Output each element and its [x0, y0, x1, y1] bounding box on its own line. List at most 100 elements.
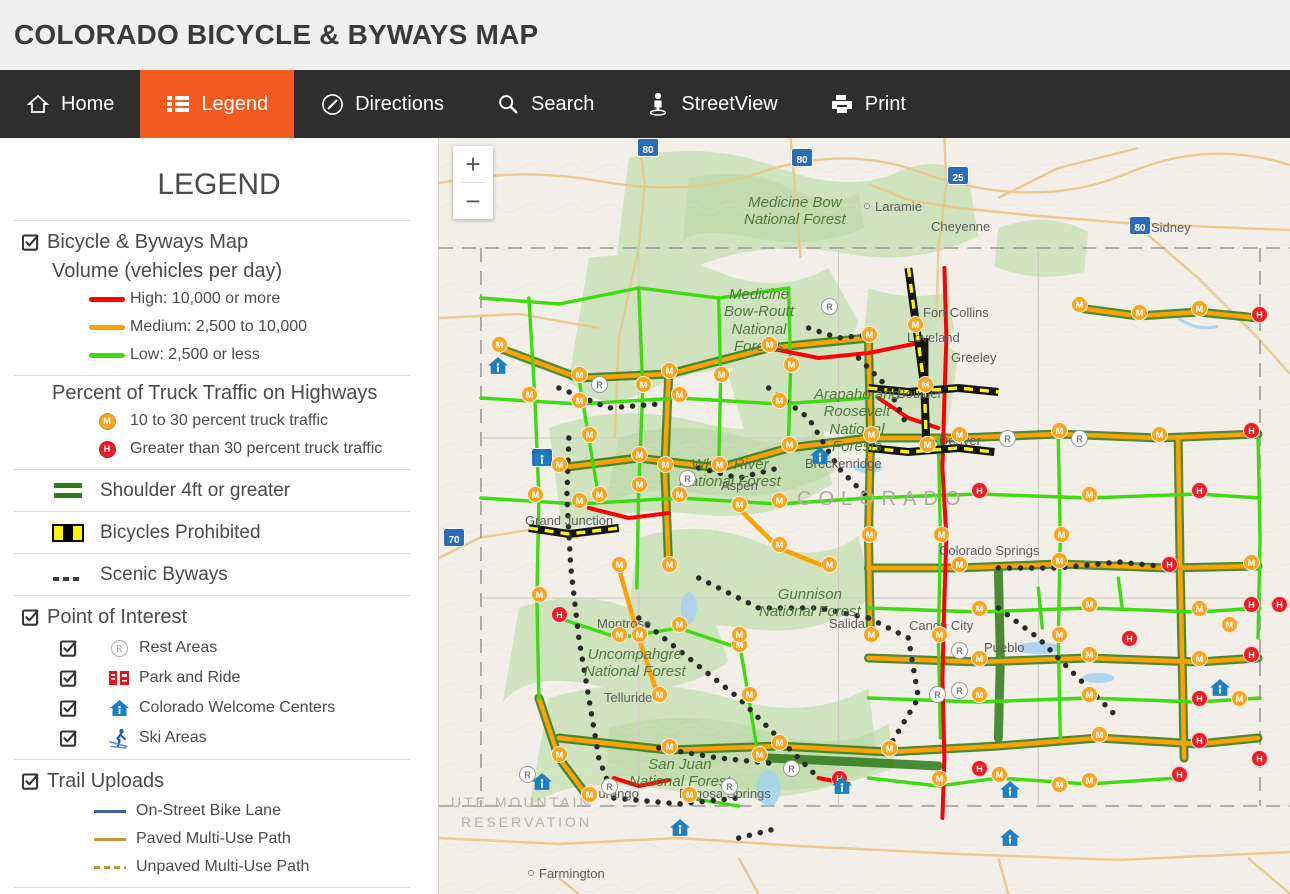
- map-marker-medium-truck-traffic[interactable]: M: [661, 362, 678, 379]
- map-marker-medium-truck-traffic[interactable]: M: [907, 316, 924, 333]
- map-marker-welcome-center[interactable]: [531, 772, 553, 792]
- map-marker-welcome-center[interactable]: [487, 356, 509, 376]
- map-marker-medium-truck-traffic[interactable]: M: [657, 456, 674, 473]
- map-marker-medium-truck-traffic[interactable]: M: [771, 536, 788, 553]
- map-marker-high-truck-traffic[interactable]: H: [1161, 556, 1178, 573]
- map-marker-rest-area[interactable]: R: [929, 686, 946, 703]
- map-marker-medium-truck-traffic[interactable]: M: [1081, 486, 1098, 503]
- map-marker-medium-truck-traffic[interactable]: M: [551, 456, 568, 473]
- map-marker-welcome-center[interactable]: [1209, 678, 1231, 698]
- map-marker-medium-truck-traffic[interactable]: M: [917, 376, 934, 393]
- map-marker-high-truck-traffic[interactable]: H: [551, 606, 568, 623]
- map-marker-medium-truck-traffic[interactable]: M: [1051, 422, 1068, 439]
- map-marker-high-truck-traffic[interactable]: H: [1243, 422, 1260, 439]
- map-marker-rest-area[interactable]: R: [679, 470, 696, 487]
- map-marker-high-truck-traffic[interactable]: H: [1171, 766, 1188, 783]
- nav-item-streetview[interactable]: StreetView: [620, 70, 803, 138]
- map-marker-medium-truck-traffic[interactable]: M: [631, 626, 648, 643]
- map-marker-medium-truck-traffic[interactable]: M: [1051, 626, 1068, 643]
- map-marker-medium-truck-traffic[interactable]: M: [771, 734, 788, 751]
- map-marker-medium-truck-traffic[interactable]: M: [1131, 304, 1148, 321]
- map-marker-medium-truck-traffic[interactable]: M: [611, 626, 628, 643]
- map-marker-medium-truck-traffic[interactable]: M: [711, 456, 728, 473]
- map-marker-medium-truck-traffic[interactable]: M: [731, 626, 748, 643]
- map-marker-rest-area[interactable]: R: [591, 376, 608, 393]
- map-marker-medium-truck-traffic[interactable]: M: [671, 486, 688, 503]
- checkbox-checked-icon[interactable]: [60, 670, 77, 687]
- legend-item-welcome-centers[interactable]: Colorado Welcome Centers: [0, 693, 438, 723]
- map-marker-medium-truck-traffic[interactable]: M: [951, 556, 968, 573]
- map-marker-medium-truck-traffic[interactable]: M: [713, 366, 730, 383]
- map-marker-rest-area[interactable]: R: [601, 778, 618, 795]
- map-marker-high-truck-traffic[interactable]: H: [1243, 596, 1260, 613]
- map-marker-medium-truck-traffic[interactable]: M: [1191, 650, 1208, 667]
- map-marker-high-truck-traffic[interactable]: H: [1271, 596, 1288, 613]
- map-marker-medium-truck-traffic[interactable]: M: [863, 426, 880, 443]
- map-marker-rest-area[interactable]: R: [821, 298, 838, 315]
- map-marker-medium-truck-traffic[interactable]: M: [1081, 772, 1098, 789]
- map-marker-medium-truck-traffic[interactable]: M: [1191, 600, 1208, 617]
- legend-item-scenic-byways[interactable]: Scenic Byways: [0, 554, 438, 595]
- map-marker-medium-truck-traffic[interactable]: M: [671, 386, 688, 403]
- legend-item-ski-areas[interactable]: Ski Areas: [0, 723, 438, 753]
- map-marker-medium-truck-traffic[interactable]: M: [611, 556, 628, 573]
- map-marker-medium-truck-traffic[interactable]: M: [651, 686, 668, 703]
- nav-item-print[interactable]: Print: [804, 70, 932, 138]
- zoom-in-button[interactable]: +: [453, 146, 493, 182]
- map-marker-rest-area[interactable]: R: [951, 642, 968, 659]
- map-marker-medium-truck-traffic[interactable]: M: [661, 556, 678, 573]
- map-marker-high-truck-traffic[interactable]: H: [1191, 690, 1208, 707]
- map-marker-medium-truck-traffic[interactable]: M: [531, 586, 548, 603]
- map-marker-medium-truck-traffic[interactable]: M: [971, 600, 988, 617]
- map-marker-medium-truck-traffic[interactable]: M: [671, 616, 688, 633]
- legend-item-unpaved-multi-use-path[interactable]: Unpaved Multi-Use Path: [0, 853, 438, 881]
- legend-item-shoulder[interactable]: Shoulder 4ft or greater: [0, 470, 438, 511]
- map-marker-medium-truck-traffic[interactable]: M: [1053, 526, 1070, 543]
- map-marker-medium-truck-traffic[interactable]: M: [971, 686, 988, 703]
- map-marker-rest-area[interactable]: R: [951, 682, 968, 699]
- checkbox-checked-icon[interactable]: [22, 234, 39, 251]
- checkbox-checked-icon[interactable]: [60, 640, 77, 657]
- map-marker-high-truck-traffic[interactable]: H: [971, 760, 988, 777]
- map-marker-medium-truck-traffic[interactable]: M: [971, 650, 988, 667]
- map-marker-high-truck-traffic[interactable]: H: [1243, 646, 1260, 663]
- map-marker-medium-truck-traffic[interactable]: M: [821, 556, 838, 573]
- map-marker-high-truck-traffic[interactable]: H: [1251, 750, 1268, 767]
- map-marker-medium-truck-traffic[interactable]: M: [631, 476, 648, 493]
- map-marker-medium-truck-traffic[interactable]: M: [741, 686, 758, 703]
- legend-item-paved-multi-use-path[interactable]: Paved Multi-Use Path: [0, 825, 438, 853]
- map-marker-medium-truck-traffic[interactable]: M: [1091, 726, 1108, 743]
- map-marker-high-truck-traffic[interactable]: H: [1121, 630, 1138, 647]
- map-marker-medium-truck-traffic[interactable]: M: [1081, 646, 1098, 663]
- map-marker-medium-truck-traffic[interactable]: M: [1051, 552, 1068, 569]
- map-marker-rest-area[interactable]: R: [999, 430, 1016, 447]
- map-marker-medium-truck-traffic[interactable]: M: [591, 486, 608, 503]
- map-marker-medium-truck-traffic[interactable]: M: [931, 626, 948, 643]
- map-marker-medium-truck-traffic[interactable]: M: [1151, 426, 1168, 443]
- map-marker-welcome-center[interactable]: [669, 818, 691, 838]
- map-marker-medium-truck-traffic[interactable]: M: [751, 746, 768, 763]
- map-marker-medium-truck-traffic[interactable]: M: [881, 740, 898, 757]
- checkbox-checked-icon[interactable]: [60, 730, 77, 747]
- map-marker-medium-truck-traffic[interactable]: M: [661, 738, 678, 755]
- legend-item-rest-areas[interactable]: R Rest Areas: [0, 633, 438, 663]
- map-marker-medium-truck-traffic[interactable]: M: [1071, 296, 1088, 313]
- nav-item-home[interactable]: Home: [0, 70, 140, 138]
- map-marker-medium-truck-traffic[interactable]: M: [527, 486, 544, 503]
- map-marker-welcome-center[interactable]: [809, 446, 831, 466]
- legend-item-volume-low[interactable]: Low: 2,500 or less: [0, 341, 438, 369]
- map-marker-high-truck-traffic[interactable]: H: [971, 482, 988, 499]
- map-marker-medium-truck-traffic[interactable]: M: [861, 326, 878, 343]
- map-marker-medium-truck-traffic[interactable]: M: [1191, 300, 1208, 317]
- map-marker-medium-truck-traffic[interactable]: M: [771, 492, 788, 509]
- map-viewport[interactable]: + − COLORADO UTE MOUNTAIN RESERVATION Me…: [438, 138, 1290, 894]
- map-marker-medium-truck-traffic[interactable]: M: [631, 446, 648, 463]
- map-marker-medium-truck-traffic[interactable]: M: [951, 426, 968, 443]
- map-marker-medium-truck-traffic[interactable]: M: [933, 526, 950, 543]
- map-marker-medium-truck-traffic[interactable]: M: [581, 426, 598, 443]
- map-marker-medium-truck-traffic[interactable]: M: [1231, 690, 1248, 707]
- map-marker-medium-truck-traffic[interactable]: M: [681, 786, 698, 803]
- map-marker-medium-truck-traffic[interactable]: M: [491, 336, 508, 353]
- map-marker-rest-area[interactable]: R: [783, 760, 800, 777]
- map-marker-rest-area[interactable]: R: [721, 778, 738, 795]
